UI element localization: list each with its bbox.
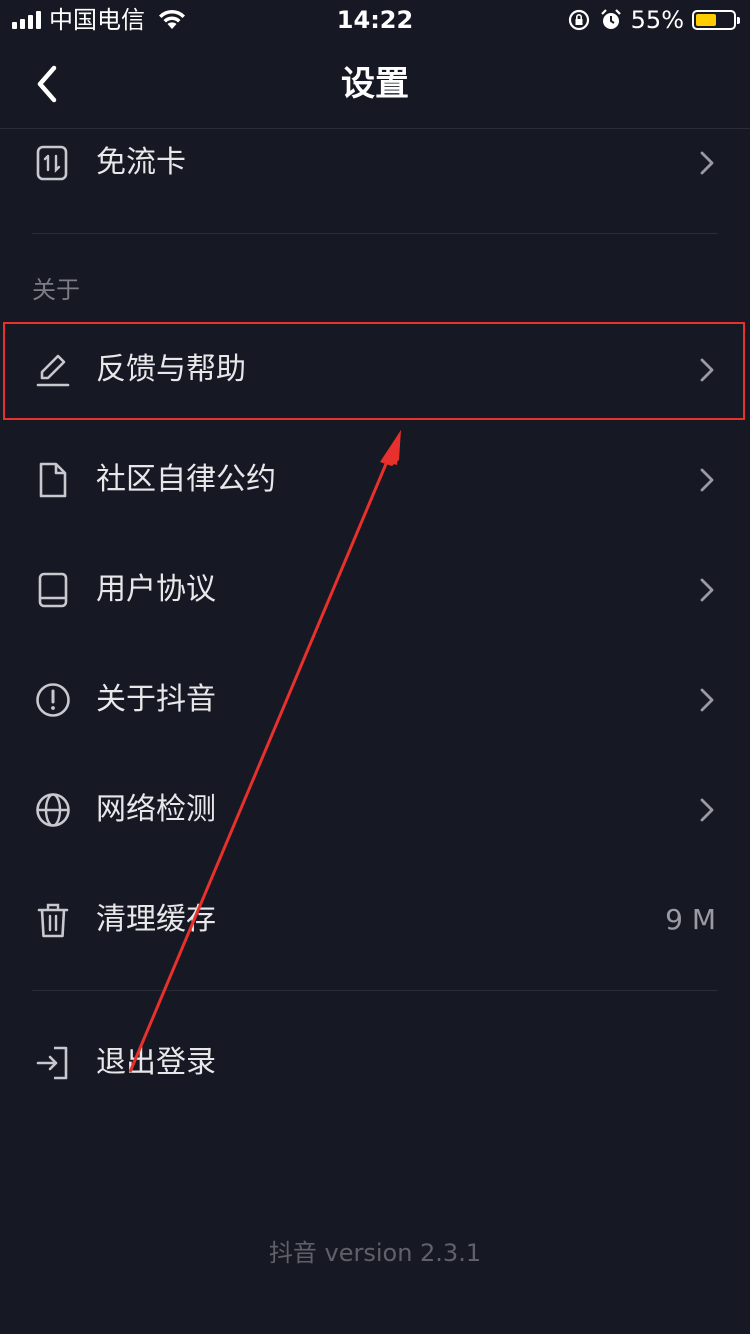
settings-item-label: 反馈与帮助 [96, 352, 246, 387]
settings-item-feedback-help[interactable]: 反馈与帮助 [0, 315, 750, 425]
settings-item-label: 网络检测 [96, 792, 216, 827]
settings-item-clear-cache[interactable]: 清理缓存 9 M [0, 865, 750, 975]
chevron-right-icon [700, 151, 714, 175]
battery-level-fill [696, 14, 716, 26]
settings-item-network-check[interactable]: 网络检测 [0, 755, 750, 865]
trash-icon [37, 903, 69, 938]
data-card-icon [36, 145, 68, 181]
settings-item-label: 关于抖音 [96, 682, 216, 717]
rotation-lock-icon [568, 9, 589, 31]
chevron-right-icon [700, 358, 714, 382]
settings-item-user-agreement[interactable]: 用户协议 [0, 535, 750, 645]
battery-percent: 55% [630, 6, 684, 34]
settings-item-label: 免流卡 [96, 145, 186, 180]
section-header-about: 关于 [32, 276, 80, 304]
settings-item-label: 社区自律公约 [96, 462, 276, 497]
cache-size-value: 9 M [665, 903, 716, 936]
chevron-right-icon [700, 688, 714, 712]
page-title: 设置 [341, 64, 409, 104]
pencil-icon [36, 354, 70, 387]
status-bar: 中国电信 14:22 55% [0, 0, 750, 40]
chevron-right-icon [700, 468, 714, 492]
settings-item-about-douyin[interactable]: 关于抖音 [0, 645, 750, 755]
section-divider [32, 990, 718, 991]
battery-icon [692, 10, 740, 30]
document-icon [39, 462, 67, 498]
chevron-right-icon [700, 578, 714, 602]
version-footer: 抖音 version 2.3.1 [268, 1239, 482, 1267]
section-divider [32, 233, 718, 234]
logout-button[interactable]: 退出登录 [0, 1008, 750, 1118]
logout-label: 退出登录 [96, 1045, 216, 1080]
globe-icon [36, 793, 70, 827]
settings-item-community-guidelines[interactable]: 社区自律公约 [0, 425, 750, 535]
info-circle-icon [36, 683, 70, 717]
chevron-right-icon [700, 798, 714, 822]
book-icon [38, 572, 68, 608]
logout-icon [36, 1046, 68, 1080]
alarm-clock-icon [600, 9, 621, 29]
settings-item-label: 清理缓存 [96, 902, 216, 937]
settings-item-data-card[interactable]: 免流卡 [0, 108, 750, 218]
settings-item-label: 用户协议 [96, 572, 216, 607]
